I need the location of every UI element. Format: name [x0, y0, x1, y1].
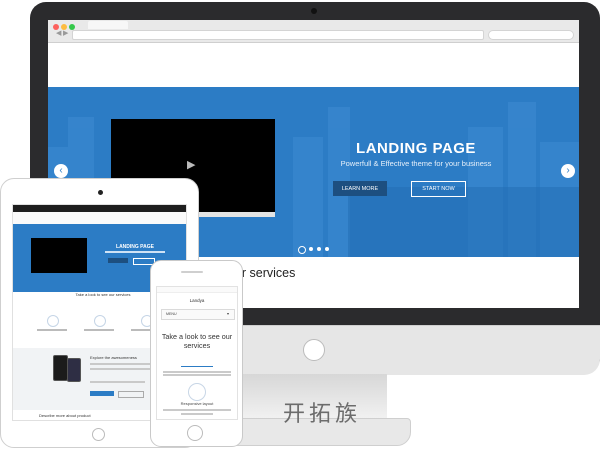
- phone-home-button: [187, 425, 203, 441]
- tablet-phone-image: [53, 355, 68, 381]
- tablet-describe-heading: Describe more about product: [39, 413, 91, 418]
- play-icon[interactable]: ▶: [187, 160, 195, 171]
- tablet-explore-button[interactable]: [118, 391, 144, 398]
- slider-indicator[interactable]: [309, 247, 313, 251]
- tablet-phone-image: [67, 358, 81, 382]
- slider-indicator[interactable]: [317, 247, 321, 251]
- chevron-down-icon: ▾: [227, 311, 230, 316]
- tablet-hero-subtitle: [105, 251, 165, 253]
- phone-logo: Landya: [189, 298, 205, 303]
- tablet-services-heading: Take a look to see our services: [75, 292, 131, 297]
- phone-menu-dropdown[interactable]: MENU ▾: [161, 309, 235, 320]
- phone-status-bar: [157, 287, 237, 293]
- address-bar[interactable]: [72, 30, 484, 40]
- slider-indicator[interactable]: [325, 247, 329, 251]
- browser-tab[interactable]: [88, 21, 128, 29]
- watermark-text: 开拓族: [282, 402, 361, 427]
- tablet-feature-label: [37, 329, 67, 331]
- tablet-feature-icon: [94, 315, 106, 327]
- imac-logo: [303, 339, 325, 361]
- tablet-status-bar: [13, 205, 186, 212]
- phone-text-line: [163, 371, 231, 373]
- hero-subtitle: Powerfull & Effective theme for your bus…: [340, 159, 492, 168]
- tablet-feature-label: [84, 329, 114, 331]
- chevron-right-icon[interactable]: ›: [561, 164, 575, 178]
- learn-more-button[interactable]: LEARN MORE: [333, 181, 387, 196]
- tablet-learn-button[interactable]: [108, 258, 128, 263]
- tablet-explore-button[interactable]: [90, 391, 114, 396]
- chevron-left-icon[interactable]: ‹: [54, 164, 68, 178]
- phone-text-line: [163, 409, 231, 411]
- phone-menu-label: MENU: [166, 312, 177, 316]
- phone-services-heading: Take a look to see our services: [161, 332, 233, 350]
- start-now-button[interactable]: START NOW: [411, 181, 466, 197]
- tablet-text-line: [90, 381, 145, 383]
- tablet-home-button: [92, 428, 105, 441]
- forward-arrow-icon[interactable]: ▶: [63, 30, 68, 38]
- back-arrow-icon[interactable]: ◀: [56, 30, 61, 38]
- responsive-layout-icon: [188, 383, 206, 401]
- phone-speaker: [181, 271, 203, 273]
- phone-heading-underline: [181, 366, 213, 367]
- tablet-hero-title: LANDING PAGE: [116, 244, 154, 250]
- tablet-video-player[interactable]: [31, 238, 87, 273]
- hero-title: LANDING PAGE: [356, 140, 476, 157]
- phone-responsive-label: Responsive layout: [180, 401, 214, 406]
- slider-indicator-active[interactable]: [298, 246, 306, 254]
- tablet-feature-icon: [47, 315, 59, 327]
- tablet-camera: [98, 190, 103, 195]
- tablet-text-line: [90, 368, 150, 370]
- phone-text-line: [163, 374, 231, 376]
- browser-search-bar[interactable]: [488, 30, 574, 40]
- browser-toolbar: ◀ ▶: [48, 20, 579, 43]
- imac-camera: [311, 8, 317, 14]
- phone-text-line: [181, 413, 213, 415]
- phone-screen: Landya MENU ▾ Take a look to see our ser…: [156, 286, 238, 420]
